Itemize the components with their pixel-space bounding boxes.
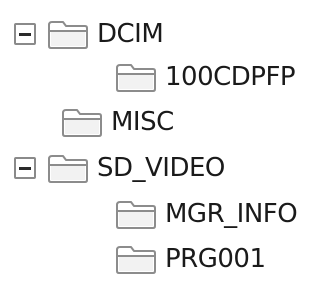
- folder-label[interactable]: DCIM: [97, 14, 164, 54]
- folder-label[interactable]: 100CDPFP: [165, 57, 296, 97]
- folder-tree: DCIM 100CDPFP MISC SD_VIDEO MGR_INFO PRG…: [0, 0, 331, 293]
- tree-node-100cdpfp[interactable]: 100CDPFP: [114, 57, 296, 97]
- folder-label[interactable]: MISC: [111, 102, 174, 142]
- collapse-toggle-icon[interactable]: [14, 23, 36, 45]
- folder-icon: [116, 246, 156, 274]
- tree-node-sd-video[interactable]: SD_VIDEO: [14, 148, 225, 188]
- tree-node-mgr-info[interactable]: MGR_INFO: [114, 194, 298, 234]
- tree-node-prg001[interactable]: PRG001: [114, 239, 266, 279]
- folder-label[interactable]: MGR_INFO: [165, 194, 298, 234]
- tree-node-misc[interactable]: MISC: [60, 102, 174, 142]
- folder-icon: [48, 155, 88, 183]
- folder-label[interactable]: SD_VIDEO: [97, 148, 225, 188]
- folder-icon: [48, 21, 88, 49]
- tree-node-dcim[interactable]: DCIM: [14, 14, 164, 54]
- collapse-toggle-icon[interactable]: [14, 157, 36, 179]
- folder-icon: [62, 109, 102, 137]
- folder-label[interactable]: PRG001: [165, 239, 266, 279]
- folder-icon: [116, 201, 156, 229]
- folder-icon: [116, 64, 156, 92]
